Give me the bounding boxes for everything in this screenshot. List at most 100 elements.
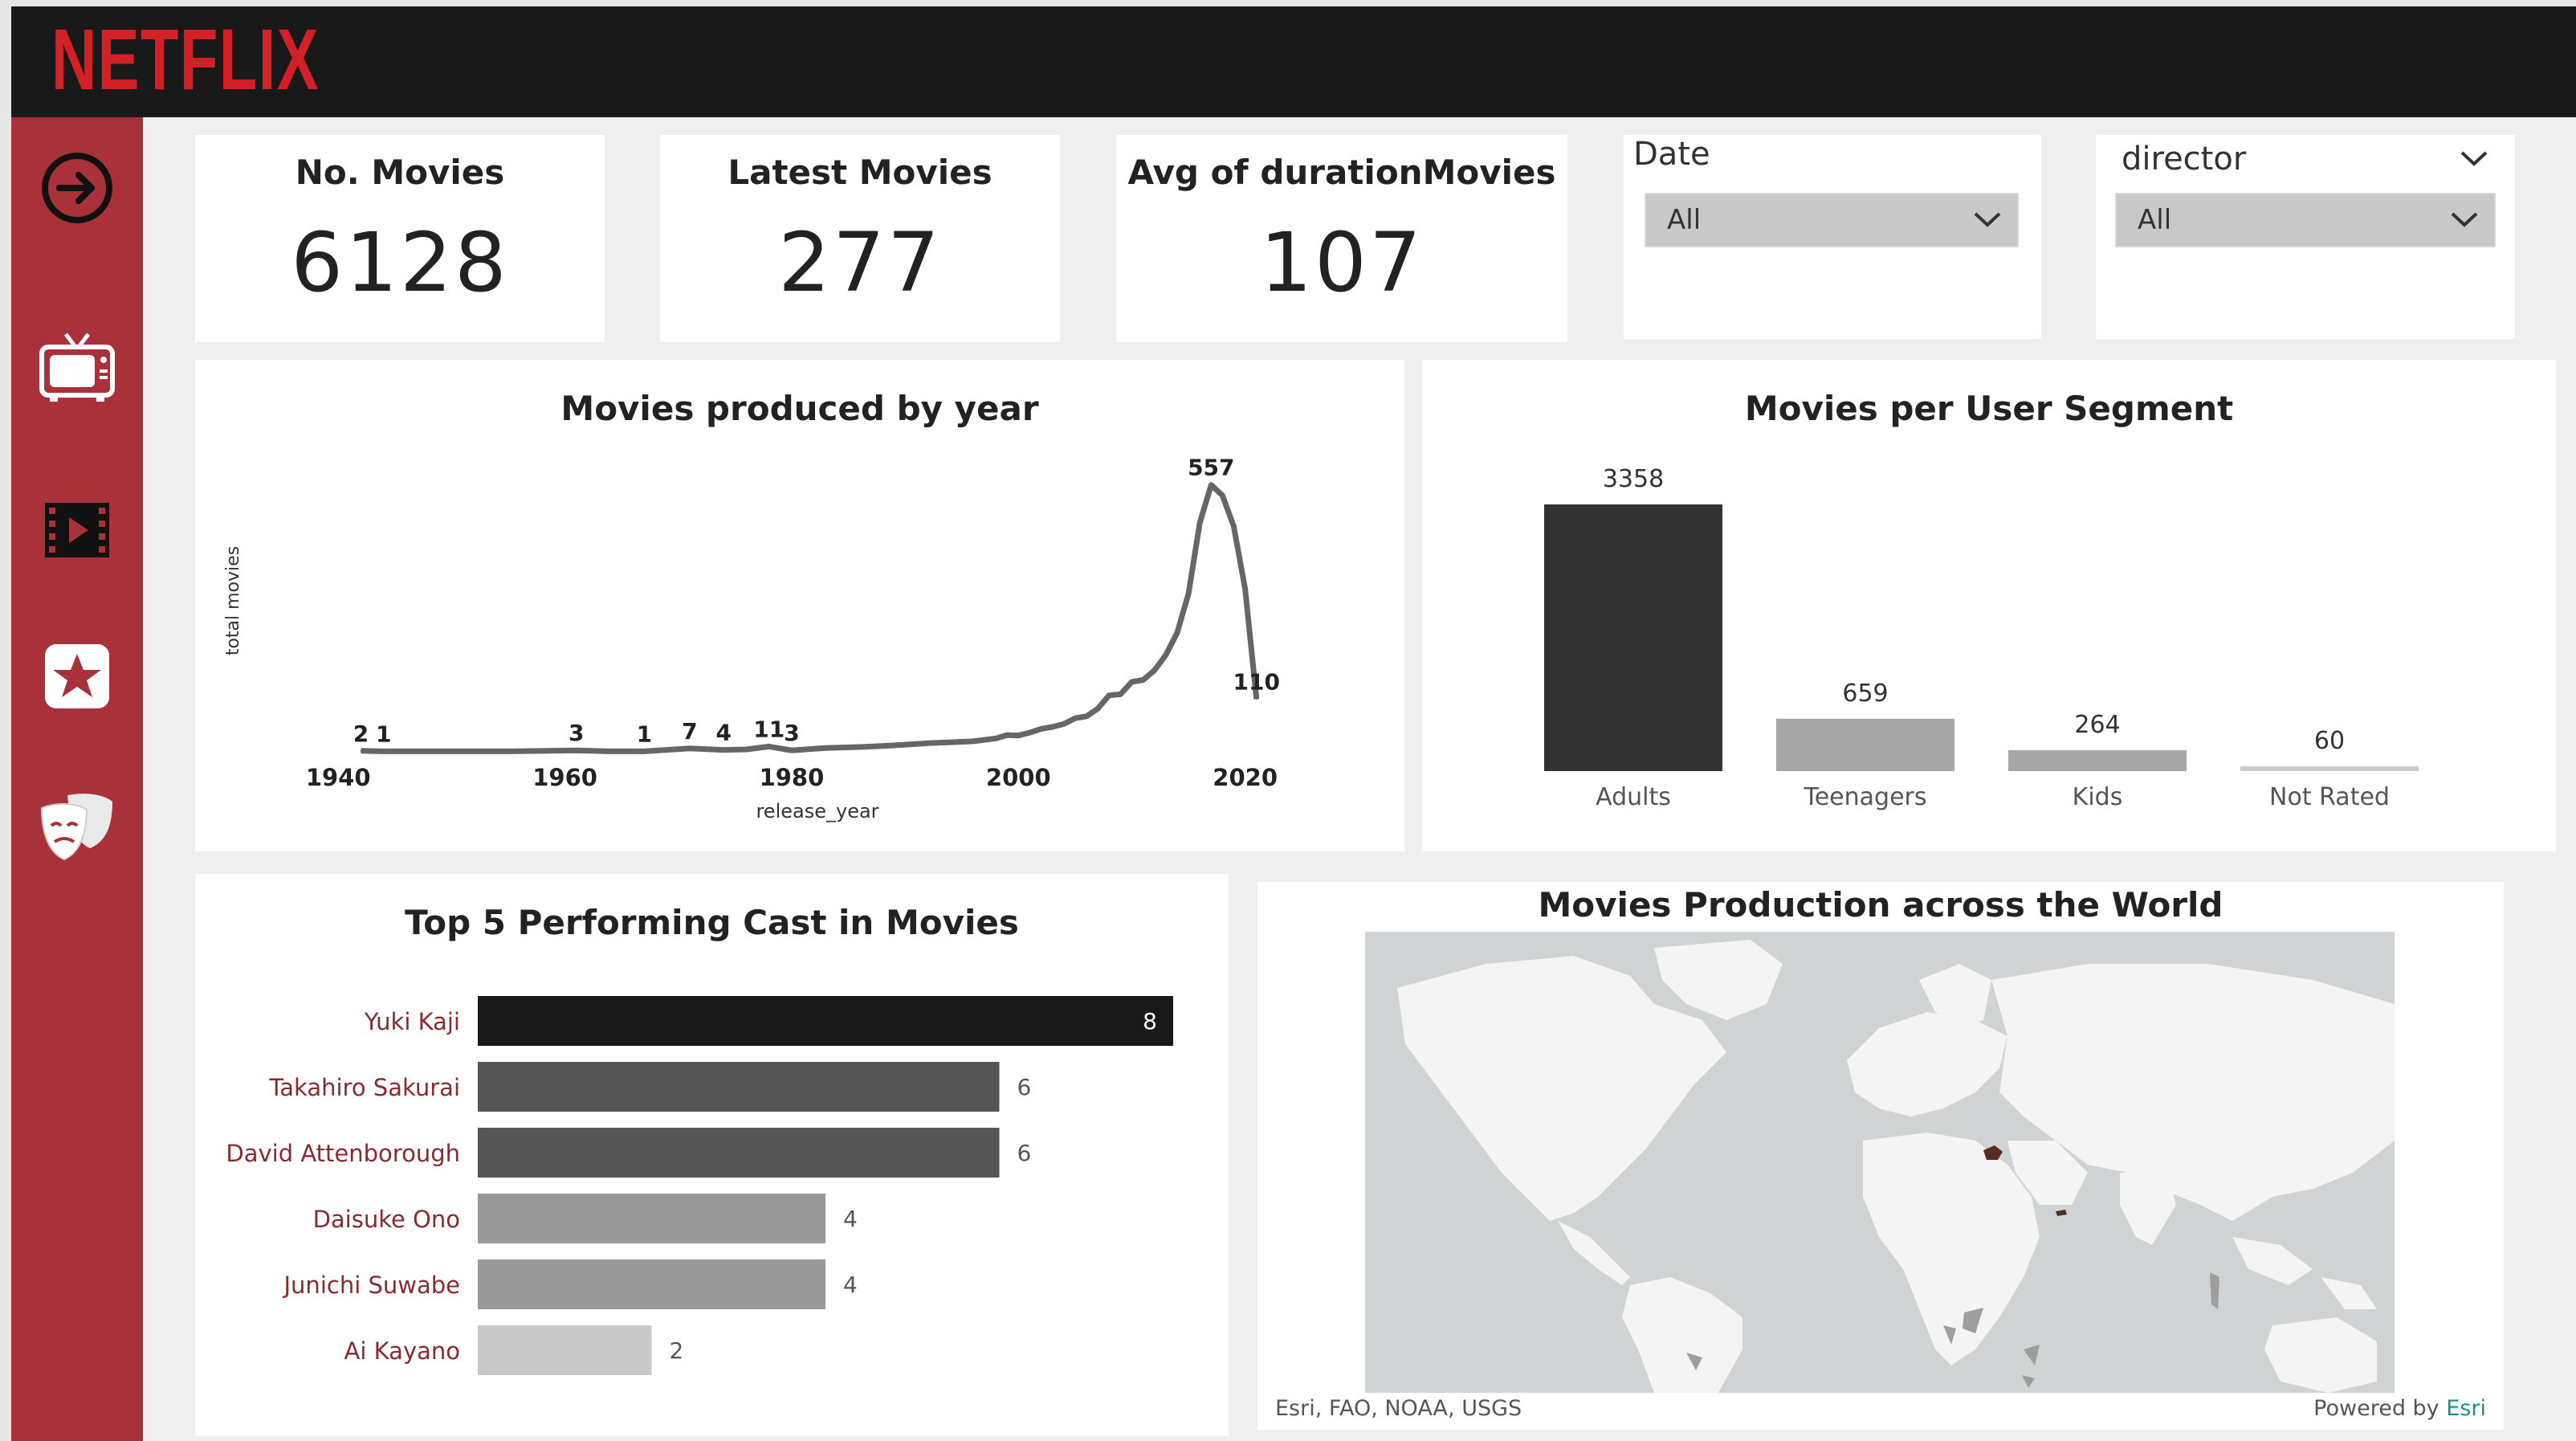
data-point: [723, 749, 725, 751]
category-label: Daisuke Ono: [313, 1206, 460, 1233]
kpi-card-avg-duration: Avg of durationMovies 107: [1116, 135, 1567, 342]
category-label: Ai Kayano: [344, 1337, 460, 1365]
category-label: Teenagers: [1803, 783, 1926, 811]
data-label: 1: [637, 720, 652, 747]
data-point: [1210, 484, 1213, 486]
sidebar: [11, 117, 143, 1441]
data-point: [382, 750, 385, 753]
data-point: [1255, 698, 1257, 700]
line-chart-svg: 2 1 3 1 7 4 11 35571101940 1960 1980 2000 2020relea…: [223, 455, 1280, 823]
bar-value-label: 264: [2074, 711, 2120, 739]
kpi-value: 6128: [291, 215, 509, 311]
data-point: [1074, 717, 1076, 720]
category-label: Junichi Suwabe: [283, 1272, 461, 1299]
data-point: [1244, 588, 1246, 590]
y-axis-title: total movies: [223, 546, 243, 655]
bar: [1544, 504, 1722, 771]
bar-value-label: 3358: [1603, 465, 1664, 493]
bar-value-label: 659: [1842, 680, 1888, 708]
bar: [478, 1062, 1000, 1112]
map-card: Movies Production across the World Esri,…: [1257, 882, 2504, 1430]
data-label: 110: [1233, 668, 1280, 695]
data-point: [1086, 715, 1087, 717]
data-point: [643, 750, 646, 753]
data-label: 11: [753, 716, 785, 742]
data-label: 3: [784, 720, 799, 746]
data-point: [1029, 732, 1031, 734]
data-point: [949, 741, 952, 744]
date-slicer-label: Date: [1633, 136, 1710, 173]
tv-icon[interactable]: [35, 325, 119, 408]
kpi-card-latest-movies: Latest Movies 277: [660, 135, 1060, 342]
cast-chart-card: Top 5 Performing Cast in Movies Yuki Kaj…: [195, 874, 1229, 1436]
category-label: Kids: [2073, 783, 2123, 811]
data-point: [1233, 525, 1235, 528]
data-point: [609, 750, 612, 753]
data-point: [881, 745, 883, 747]
x-tick-label: 2000: [986, 764, 1051, 791]
x-tick-label: 1940: [306, 764, 371, 791]
segment-chart-svg: 3358 Adults 659 Teenagers 264 Kids 60 Not Rated: [1544, 465, 2419, 811]
netflix-logo: NETFLIX: [51, 10, 320, 108]
data-point: [1131, 680, 1133, 683]
data-label: 4: [715, 720, 731, 746]
kpi-title: No. Movies: [295, 153, 505, 192]
cast-chart-svg: Yuki Kaji 8 Takahiro Sakurai 6 David Attenbo…: [226, 996, 1173, 1375]
data-label: 557: [1188, 455, 1234, 481]
line-series: [361, 482, 1260, 754]
data-point: [1051, 725, 1054, 728]
data-point: [1062, 723, 1065, 725]
bar-value-label: 8: [1143, 1008, 1157, 1035]
director-slicer-label: director: [2122, 141, 2247, 178]
data-point: [1164, 654, 1167, 656]
bar-value-label: 4: [843, 1272, 858, 1298]
theater-masks-icon[interactable]: [35, 782, 119, 866]
data-point: [1097, 708, 1099, 710]
map-powered-by: Powered by Esri: [2313, 1396, 2486, 1421]
x-tick-label: 1980: [760, 764, 825, 791]
data-label: 7: [682, 718, 697, 745]
chevron-down-icon: [2451, 212, 2478, 227]
star-icon[interactable]: [35, 635, 119, 718]
kpi-card-no-movies: No. Movies 6128: [195, 135, 605, 342]
date-dropdown[interactable]: All: [1645, 193, 2019, 247]
top-bar: [11, 6, 2576, 117]
bar: [478, 1194, 825, 1243]
arrow-right-circle-icon[interactable]: [35, 146, 119, 230]
line-chart-card: Movies produced by year 2 1 3 1 7 4 11 3 557 110 1…: [195, 360, 1404, 851]
data-point: [972, 740, 974, 742]
data-point: [745, 749, 748, 751]
bar: [478, 1128, 1000, 1178]
bar-value-label: 60: [2314, 727, 2345, 755]
data-point: [450, 750, 453, 753]
powered-by-text: Powered by: [2313, 1396, 2439, 1421]
data-point: [1108, 694, 1111, 696]
category-label: Takahiro Sakurai: [268, 1074, 460, 1101]
director-dropdown[interactable]: All: [2115, 193, 2496, 247]
data-label: 3: [569, 720, 584, 746]
date-dropdown-value: All: [1667, 204, 1702, 236]
data-point: [1119, 693, 1122, 696]
director-dropdown-value: All: [2138, 204, 2172, 236]
category-label: Adults: [1596, 783, 1671, 811]
kpi-value: 277: [778, 215, 942, 311]
segment-chart-card: Movies per User Segment 3358 Adults 659 Tee…: [1422, 360, 2556, 851]
esri-link[interactable]: Esri: [2446, 1396, 2486, 1421]
data-point: [768, 745, 770, 748]
data-point: [904, 744, 907, 746]
data-point: [790, 749, 793, 752]
chevron-down-icon[interactable]: [2459, 148, 2489, 170]
data-point: [1199, 521, 1201, 524]
data-point: [1188, 593, 1190, 595]
bar-value-label: 4: [843, 1206, 858, 1232]
data-point: [1017, 734, 1020, 737]
bar: [478, 996, 1173, 1046]
film-icon[interactable]: [35, 488, 119, 572]
data-point: [858, 746, 861, 749]
category-label: Not Rated: [2269, 783, 2390, 811]
bar-value-label: 6: [1017, 1074, 1032, 1100]
world-map[interactable]: [1365, 932, 2395, 1393]
data-label: 2: [353, 720, 369, 747]
x-axis-title: release_year: [756, 800, 878, 823]
kpi-value: 107: [1260, 215, 1424, 311]
